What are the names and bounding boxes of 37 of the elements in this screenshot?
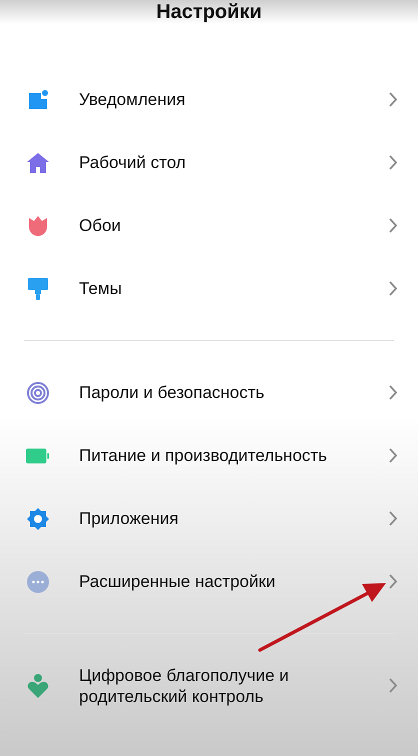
screen-title: Настройки (156, 0, 262, 24)
settings-item[interactable]: Обои (0, 194, 418, 257)
person-heart-icon (27, 672, 49, 698)
settings-item[interactable]: Приложения (0, 487, 418, 550)
settings-item[interactable]: Расширенные настройки (0, 550, 418, 613)
settings-item[interactable]: Пароли и безопасность (0, 361, 418, 424)
chevron-icon (389, 678, 398, 693)
item-label: Рабочий стол (79, 152, 187, 173)
settings-item[interactable]: Рабочий стол (0, 131, 418, 194)
chevron-icon (389, 574, 398, 589)
chevron-icon (389, 281, 398, 296)
fingerprint-icon (26, 380, 50, 404)
paint-roller-icon (27, 276, 49, 300)
item-label: Приложения (79, 508, 180, 529)
battery-icon (26, 448, 50, 464)
item-label: Пароли и безопасность (79, 382, 266, 403)
item-label: Обои (79, 215, 122, 236)
chevron-icon (389, 385, 398, 400)
settings-item[interactable]: Темы (0, 257, 418, 320)
chevron-icon (389, 218, 398, 233)
chevron-icon (389, 92, 398, 107)
item-label: Расширенные настройки (79, 571, 276, 592)
chevron-icon (389, 511, 398, 526)
notification-icon (27, 88, 49, 110)
item-label: Цифровое благополучие и родительский контроль (79, 664, 290, 706)
chevron-icon (389, 155, 398, 170)
item-label: Уведомления (79, 89, 186, 110)
settings-item[interactable]: Уведомления (0, 68, 418, 131)
item-label: Темы (79, 278, 123, 299)
settings-item[interactable]: Питание и производительность (0, 424, 418, 487)
home-icon (26, 152, 50, 174)
gear-icon (26, 506, 50, 530)
tulip-icon (27, 214, 49, 236)
more-icon (26, 570, 50, 594)
chevron-icon (389, 448, 398, 463)
settings-item[interactable]: Цифровое благополучие и родительский контроль (0, 654, 418, 717)
item-label: Питание и производительность (79, 445, 328, 466)
